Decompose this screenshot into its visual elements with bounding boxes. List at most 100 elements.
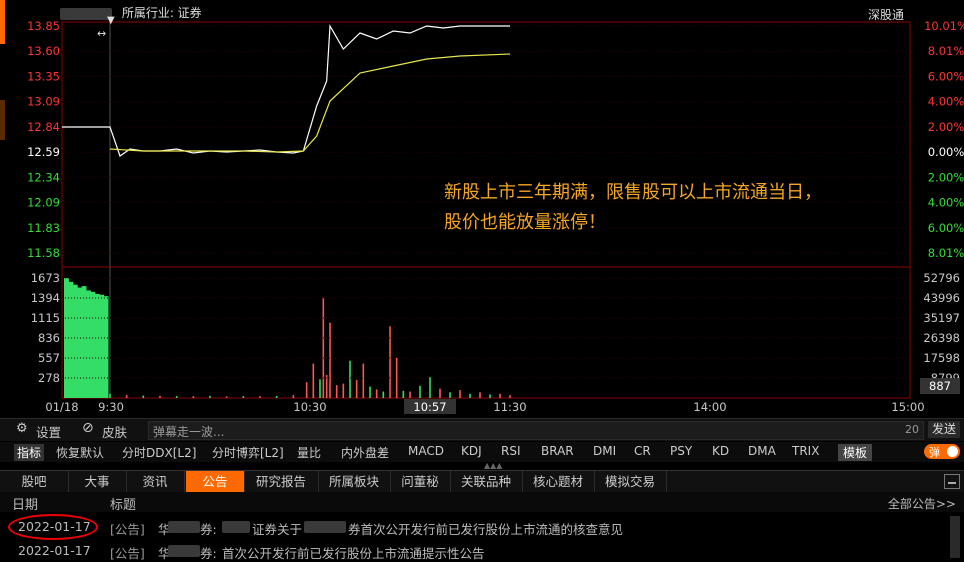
tab-9[interactable]: 模拟交易 bbox=[594, 471, 667, 493]
redacted-text bbox=[168, 521, 200, 533]
tab-2[interactable]: 资讯 bbox=[126, 471, 185, 493]
col-date: 日期 bbox=[12, 498, 39, 513]
indicator-1[interactable]: 恢复默认 bbox=[56, 444, 104, 461]
auction-buy-bar bbox=[81, 286, 87, 398]
settings-button[interactable]: 设置 bbox=[36, 422, 61, 441]
volume-tick-label: 278 bbox=[38, 371, 60, 385]
volume-right-tick-label: 26398 bbox=[923, 331, 960, 345]
volume-bar bbox=[499, 393, 501, 398]
tab-3[interactable]: 公告 bbox=[186, 471, 245, 493]
volume-bar bbox=[329, 322, 331, 398]
scrollbar[interactable] bbox=[950, 516, 960, 558]
auction-buy-bar bbox=[68, 281, 74, 398]
volume-bar bbox=[305, 382, 308, 398]
send-button[interactable]: 发送 bbox=[928, 421, 960, 438]
indicator-16[interactable]: 模板 bbox=[838, 444, 873, 461]
tab-5[interactable]: 所属板块 bbox=[318, 471, 391, 493]
volume-bar bbox=[225, 396, 228, 398]
indicator-14[interactable]: DMA bbox=[748, 444, 776, 458]
danmaku-input[interactable]: 弹幕走一波... 20 bbox=[148, 421, 924, 440]
table-row[interactable]: 2022-01-17 [公告] 华 券: 证券关于 券首次公开发行前已发行股份上… bbox=[0, 516, 964, 538]
time-tick-label: 01/18 bbox=[45, 400, 78, 414]
all-announcements-link[interactable]: 全部公告>> bbox=[888, 495, 956, 512]
volume-bar bbox=[342, 383, 345, 398]
volume-bar bbox=[355, 380, 358, 398]
window-minimize-icon[interactable] bbox=[944, 474, 960, 489]
indicator-9[interactable]: BRAR bbox=[541, 444, 574, 458]
row-prefix: [公告] bbox=[110, 546, 145, 561]
time-tick-label: 14:00 bbox=[693, 400, 726, 414]
row-title-part: 证券关于 bbox=[252, 522, 303, 537]
volume-bar bbox=[375, 389, 378, 398]
volume-bar bbox=[509, 395, 511, 398]
auction-buy-bar bbox=[72, 284, 78, 398]
indicator-4[interactable]: 量比 bbox=[297, 444, 321, 461]
danmaku-toggle-label: 弹 bbox=[929, 446, 940, 459]
danmaku-counter: 20 bbox=[905, 423, 919, 436]
auction-buy-bar bbox=[103, 296, 109, 398]
row-title-part: 券: bbox=[200, 546, 217, 561]
volume-bar bbox=[159, 395, 161, 398]
indicator-2[interactable]: 分时DDX[L2] bbox=[122, 444, 196, 461]
table-row[interactable]: 2022-01-17 [公告] 华 券: 首次公开发行前已发行股份上市流通提示性… bbox=[0, 540, 964, 562]
collapse-handle-icon[interactable]: ▲▲▲ bbox=[484, 462, 502, 470]
indicator-13[interactable]: KD bbox=[712, 444, 729, 458]
pct-tick-label: 10.01% bbox=[924, 19, 964, 33]
cursor-marker-icon: ▼ bbox=[107, 15, 115, 26]
indicator-12[interactable]: PSY bbox=[670, 444, 692, 458]
volume-tick-label: 1394 bbox=[31, 291, 60, 305]
tab-0[interactable]: 股吧 bbox=[0, 471, 69, 493]
tab-4[interactable]: 研究报告 bbox=[244, 471, 319, 493]
average-price-line bbox=[109, 53, 511, 153]
volume-bar bbox=[109, 393, 111, 398]
resize-handle-icon[interactable]: ↔ bbox=[97, 27, 106, 40]
tab-7[interactable]: 关联品种 bbox=[450, 471, 523, 493]
price-tick-label: 12.09 bbox=[27, 196, 60, 210]
volume-bar bbox=[369, 386, 371, 398]
volume-right-tick-label: 17598 bbox=[923, 351, 960, 365]
row-title-part: 券首次公开发行前已发行股份上市流通的核查意见 bbox=[348, 522, 624, 537]
indicator-6[interactable]: MACD bbox=[408, 444, 444, 458]
price-tick-label: 12.34 bbox=[27, 170, 60, 184]
time-tick-label: 11:30 bbox=[493, 400, 526, 414]
gear-icon[interactable]: ⚙ bbox=[16, 421, 28, 436]
volume-right-tick-label: 43996 bbox=[923, 291, 960, 305]
time-tick-label: 10:30 bbox=[293, 400, 326, 414]
indicator-3[interactable]: 分时博弈[L2] bbox=[212, 444, 284, 461]
toggle-knob bbox=[947, 446, 958, 457]
indicator-5[interactable]: 内外盘差 bbox=[341, 444, 389, 461]
indicator-8[interactable]: RSI bbox=[501, 444, 521, 458]
indicator-15[interactable]: TRIX bbox=[792, 444, 819, 458]
indicator-7[interactable]: KDJ bbox=[461, 444, 482, 458]
volume-bar bbox=[479, 392, 481, 398]
pct-tick-label: 8.01% bbox=[928, 246, 964, 260]
volume-bar bbox=[389, 326, 391, 398]
time-tick-label: 15:00 bbox=[891, 400, 924, 414]
tab-1[interactable]: 大事 bbox=[68, 471, 127, 493]
volume-tick-label: 1115 bbox=[31, 311, 60, 325]
tab-6[interactable]: 问董秘 bbox=[390, 471, 451, 493]
indicator-11[interactable]: CR bbox=[634, 444, 651, 458]
pct-tick-label: 6.00% bbox=[928, 69, 964, 83]
volume-bar bbox=[449, 392, 451, 398]
price-tick-label: 13.09 bbox=[27, 95, 60, 109]
indicator-10[interactable]: DMI bbox=[593, 444, 616, 458]
volume-bar bbox=[402, 390, 405, 398]
indicator-0[interactable]: 指标 bbox=[14, 444, 45, 461]
price-tick-label: 13.60 bbox=[27, 44, 60, 58]
highlight-circle bbox=[8, 514, 98, 540]
skin-icon[interactable]: ⊘ bbox=[82, 420, 94, 436]
pct-tick-label: 8.01% bbox=[928, 44, 964, 58]
time-tick-label: 10:57 bbox=[413, 400, 446, 414]
danmaku-toggle[interactable]: 弹 bbox=[924, 444, 960, 459]
chart-annotation: 新股上市三年期满，限售股可以上市流通当日， 股价也能放量涨停！ bbox=[444, 178, 822, 238]
volume-bar bbox=[439, 388, 441, 398]
skin-button[interactable]: 皮肤 bbox=[102, 422, 127, 441]
time-tick-label: 9:30 bbox=[98, 400, 124, 414]
volume-right-tick-label: 52796 bbox=[923, 271, 960, 285]
tab-8[interactable]: 核心题材 bbox=[522, 471, 595, 493]
volume-bar bbox=[335, 385, 338, 398]
table-header: 日期 标题 全部公告>> bbox=[0, 492, 964, 513]
annotation-line-2: 股价也能放量涨停！ bbox=[444, 212, 606, 233]
indicator-bar: 指标 恢复默认 分时DDX[L2] 分时博弈[L2] 量比 内外盘差 MACD KDJ RSI B… bbox=[0, 442, 964, 462]
